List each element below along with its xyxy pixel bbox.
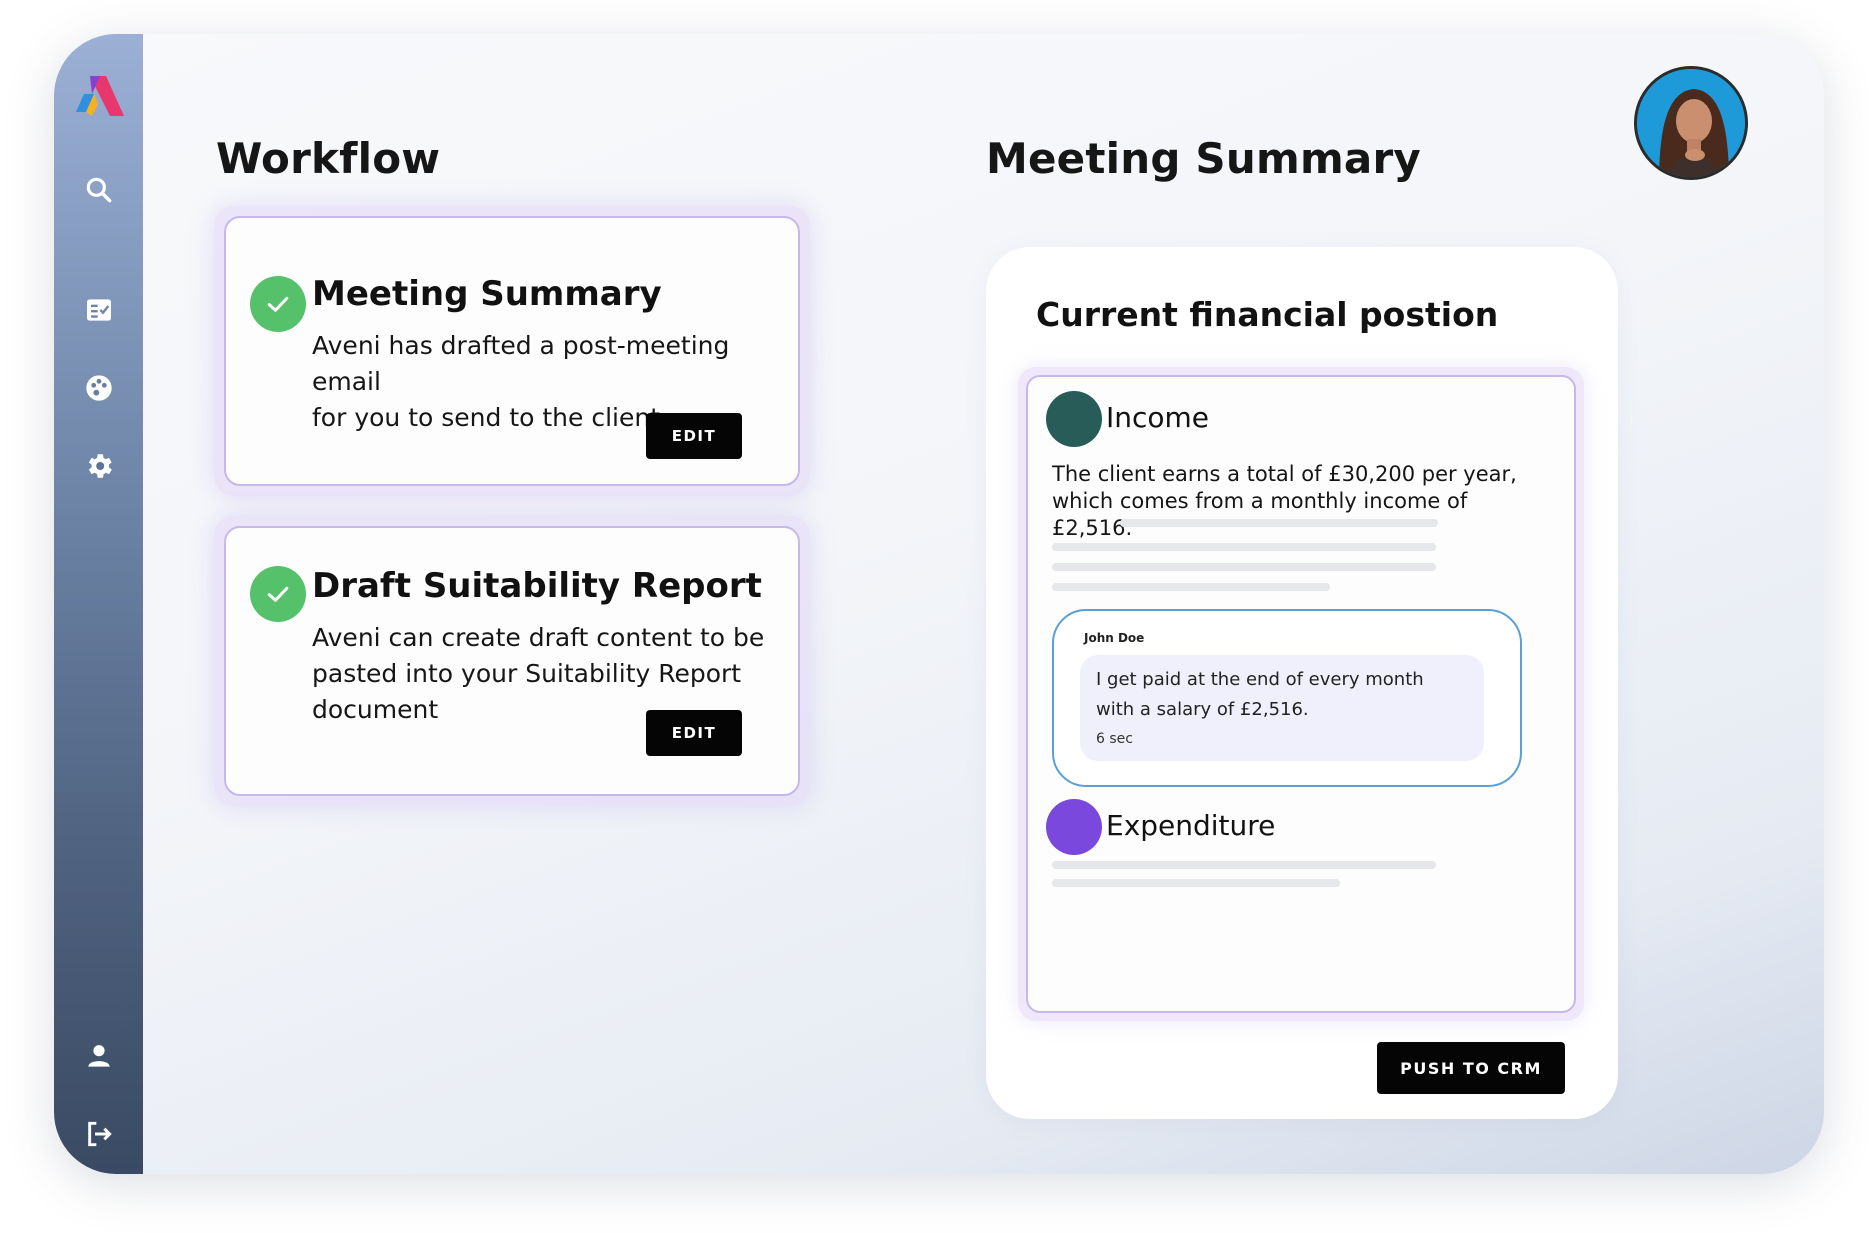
workflow-card-meeting-summary: Meeting Summary Aveni has drafted a post… bbox=[214, 206, 810, 496]
user-icon[interactable] bbox=[77, 1034, 121, 1078]
avatar[interactable] bbox=[1634, 66, 1748, 180]
edit-button[interactable]: EDIT bbox=[646, 710, 742, 756]
app-logo[interactable] bbox=[66, 68, 130, 132]
meeting-summary-heading: Meeting Summary bbox=[986, 134, 1421, 183]
settings-icon[interactable] bbox=[77, 444, 121, 488]
income-dot bbox=[1046, 391, 1102, 447]
skeleton-line bbox=[1052, 563, 1436, 571]
message-timestamp: 6 sec bbox=[1096, 731, 1133, 747]
income-text: The client earns a total of £30,200 per … bbox=[1052, 462, 1517, 540]
transcript-snippet[interactable]: John Doe I get paid at the end of every … bbox=[1052, 609, 1522, 787]
message-bubble: I get paid at the end of every month wit… bbox=[1080, 655, 1484, 761]
message-text: I get paid at the end of every month wit… bbox=[1096, 669, 1424, 720]
speaker-name: John Doe bbox=[1084, 631, 1145, 645]
summary-panel: Current financial postion Income The cli… bbox=[986, 247, 1618, 1119]
income-label: Income bbox=[1106, 401, 1210, 434]
card-title: Draft Suitability Report bbox=[312, 566, 762, 606]
skeleton-line bbox=[1052, 879, 1340, 887]
edit-button[interactable]: EDIT bbox=[646, 413, 742, 459]
financial-position-card: Income The client earns a total of £30,2… bbox=[1018, 367, 1584, 1021]
push-to-crm-button[interactable]: PUSH TO CRM bbox=[1377, 1042, 1565, 1094]
expenditure-label: Expenditure bbox=[1106, 809, 1276, 842]
expenditure-dot bbox=[1046, 799, 1102, 855]
check-circle-icon bbox=[250, 276, 306, 332]
search-icon[interactable] bbox=[77, 168, 121, 212]
panel-subtitle: Current financial postion bbox=[1036, 295, 1499, 334]
task-list-icon[interactable] bbox=[77, 288, 121, 332]
check-circle-icon bbox=[250, 566, 306, 622]
skeleton-line bbox=[1052, 583, 1330, 591]
logout-icon[interactable] bbox=[77, 1112, 121, 1156]
workflow-heading: Workflow bbox=[216, 134, 441, 183]
sidebar bbox=[54, 34, 143, 1174]
skeleton-line bbox=[1052, 861, 1436, 869]
palette-icon[interactable] bbox=[77, 366, 121, 410]
app-window: Workflow Meeting Summary Aveni has draft… bbox=[54, 34, 1824, 1174]
workflow-card-suitability-report: Draft Suitability Report Aveni can creat… bbox=[214, 516, 810, 806]
skeleton-line bbox=[1052, 543, 1436, 551]
skeleton-line bbox=[1120, 519, 1438, 527]
card-title: Meeting Summary bbox=[312, 274, 662, 314]
